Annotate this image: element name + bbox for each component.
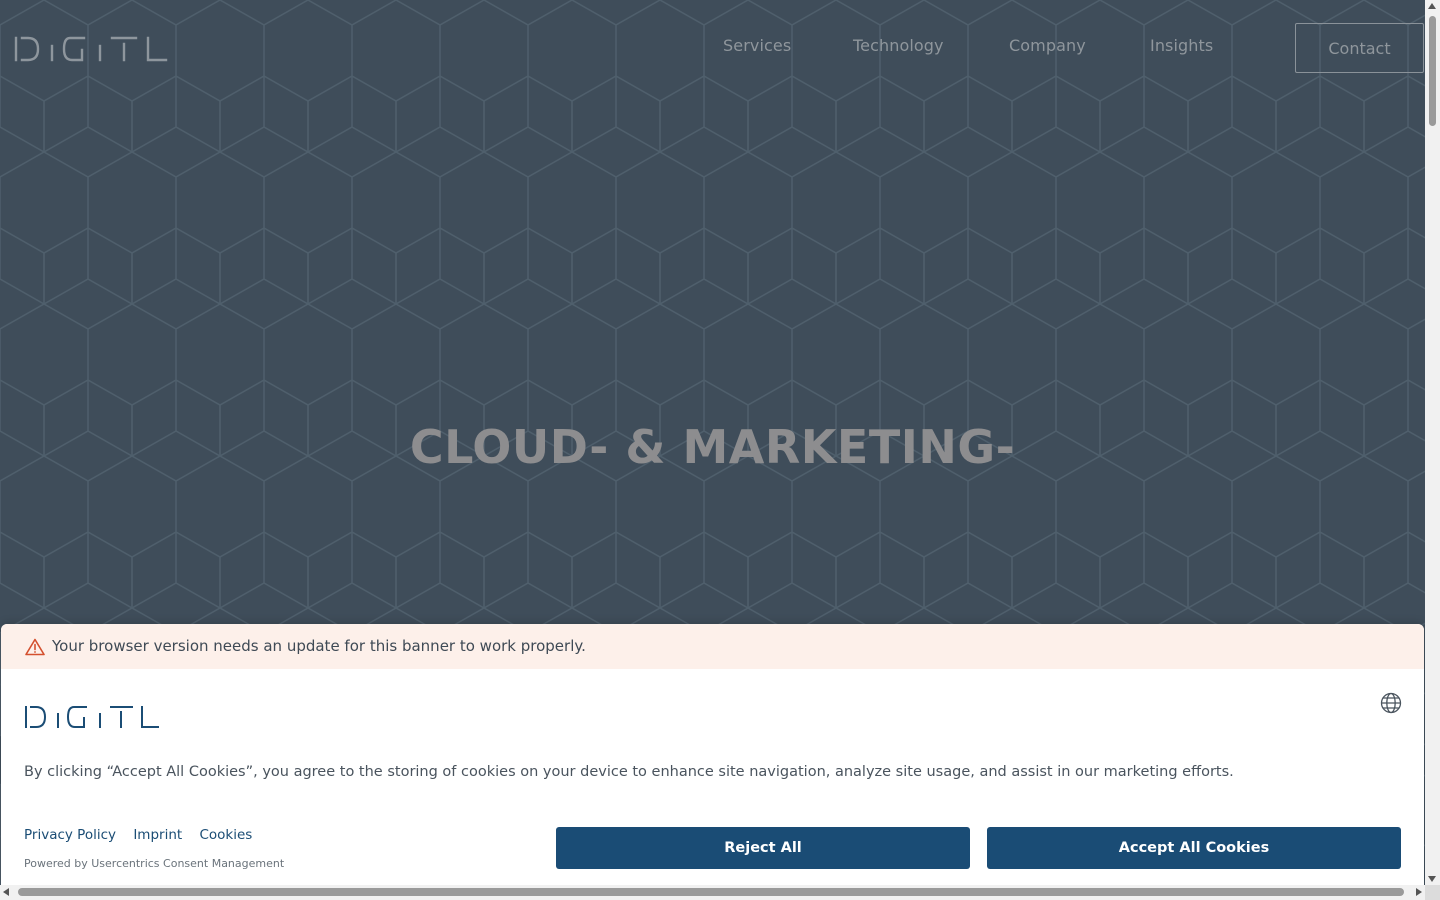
scrollbar-corner (1425, 885, 1440, 900)
warning-icon (25, 638, 45, 656)
vertical-scroll-thumb[interactable] (1429, 16, 1436, 126)
browser-warning-bar: Your browser version needs an update for… (1, 624, 1424, 669)
scroll-right-arrow-icon[interactable] (1416, 888, 1422, 896)
scroll-down-arrow-icon[interactable] (1428, 876, 1436, 882)
horizontal-scrollbar[interactable] (0, 885, 1425, 900)
scroll-up-arrow-icon[interactable] (1428, 3, 1436, 9)
accept-all-cookies-button[interactable]: Accept All Cookies (987, 827, 1401, 869)
nav-item-company[interactable]: Company (1009, 36, 1086, 55)
cookie-consent-banner: Your browser version needs an update for… (1, 624, 1424, 890)
banner-digitl-logo (25, 706, 159, 728)
digitl-logo[interactable] (14, 34, 168, 64)
horizontal-scroll-thumb[interactable] (18, 888, 1404, 896)
powered-by-text: Powered by Usercentrics Consent Manageme… (24, 857, 285, 870)
nav-item-insights[interactable]: Insights (1150, 36, 1213, 55)
consent-text: By clicking “Accept All Cookies”, you ag… (24, 764, 1234, 780)
banner-links: Privacy Policy Imprint Cookies (24, 827, 265, 843)
hero-title: CLOUD- & MARKETING- (409, 420, 1016, 474)
nav-item-services[interactable]: Services (723, 36, 791, 55)
reject-all-button[interactable]: Reject All (556, 827, 970, 869)
scroll-left-arrow-icon[interactable] (3, 888, 9, 896)
site-header: Services Technology Company Insights Con… (0, 0, 1425, 96)
browser-warning-text: Your browser version needs an update for… (52, 637, 586, 655)
contact-button[interactable]: Contact (1295, 23, 1424, 73)
nav-item-technology[interactable]: Technology (853, 36, 944, 55)
vertical-scrollbar[interactable] (1425, 0, 1440, 885)
cookies-link[interactable]: Cookies (199, 827, 252, 843)
globe-icon[interactable] (1380, 692, 1402, 714)
privacy-policy-link[interactable]: Privacy Policy (24, 827, 116, 843)
imprint-link[interactable]: Imprint (133, 827, 182, 843)
